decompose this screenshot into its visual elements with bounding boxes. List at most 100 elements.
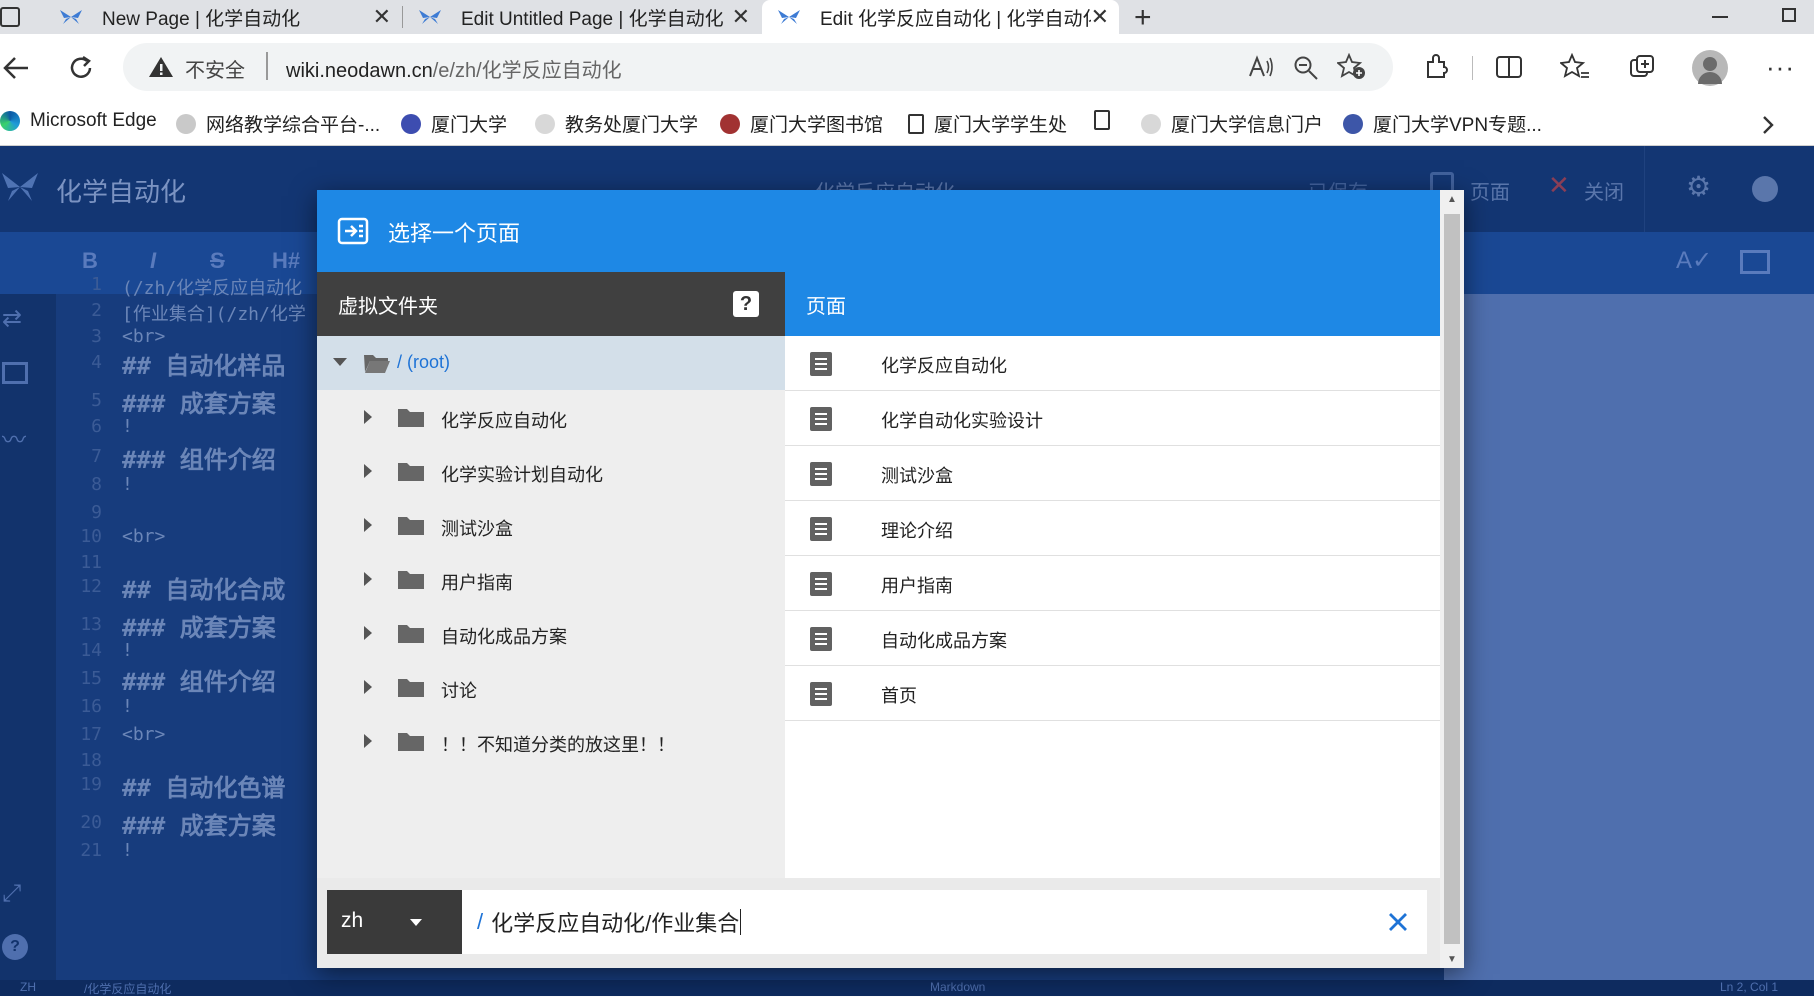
line-number: 8	[91, 474, 102, 495]
account-icon[interactable]	[1752, 176, 1778, 202]
chevron-right-icon[interactable]	[1760, 114, 1776, 136]
status-mode: Markdown	[930, 980, 986, 994]
line-number: 13	[80, 614, 102, 635]
code-line: ## 自动化色谱	[122, 774, 286, 802]
caret-right-icon[interactable]	[363, 463, 373, 479]
folder-icon	[398, 625, 424, 643]
bookmark-item[interactable]	[1094, 110, 1120, 130]
add-favorite-icon[interactable]	[1337, 53, 1367, 81]
line-number: 21	[80, 840, 102, 861]
page-label: 自动化成品方案	[881, 631, 1007, 651]
dialog-footer: zh / 化学反应自动化/作业集合	[317, 878, 1440, 968]
page-item[interactable]: 首页	[785, 666, 1440, 721]
code-line: <br>	[122, 526, 166, 547]
folder-item[interactable]: 用户指南	[317, 552, 785, 606]
code-line: ### 组件介绍	[122, 668, 276, 696]
code-line: !	[122, 416, 133, 437]
close-button[interactable]: 关闭	[1584, 176, 1624, 205]
site-favicon-icon	[720, 113, 740, 134]
page-item[interactable]: 化学反应自动化	[785, 336, 1440, 391]
page-item[interactable]: 自动化成品方案	[785, 611, 1440, 666]
line-number: 12	[80, 576, 102, 597]
page-icon	[810, 407, 832, 431]
folder-icon	[398, 409, 424, 427]
toolbar-divider	[1472, 56, 1473, 80]
caret-right-icon[interactable]	[363, 679, 373, 695]
site-logo-icon	[776, 8, 802, 26]
extensions-icon[interactable]	[1422, 53, 1450, 81]
page-item[interactable]: 测试沙盒	[785, 446, 1440, 501]
folder-item[interactable]: 化学反应自动化	[317, 390, 785, 444]
scrollbar-thumb[interactable]	[1444, 214, 1460, 944]
zoom-icon[interactable]	[1293, 55, 1319, 81]
read-aloud-icon[interactable]	[1248, 55, 1274, 79]
folder-item[interactable]: 化学实验计划自动化	[317, 444, 785, 498]
path-value[interactable]: 化学反应自动化/作业集合	[491, 906, 739, 938]
page-properties-button[interactable]: 页面	[1470, 176, 1510, 205]
code-line: !	[122, 696, 133, 717]
bookmark-item[interactable]: 教务处厦门大学	[535, 110, 698, 137]
scroll-down-icon[interactable]: ▼	[1447, 954, 1457, 965]
code-line: !	[122, 640, 133, 661]
folder-item[interactable]: ！！不知道分类的放这里！！	[317, 714, 785, 768]
collections-icon[interactable]	[1628, 53, 1656, 81]
folder-label: 化学实验计划自动化	[441, 465, 603, 485]
caret-right-icon[interactable]	[363, 409, 373, 425]
new-tab-button[interactable]: +	[1134, 1, 1152, 35]
folder-item[interactable]: 讨论	[317, 660, 785, 714]
folder-label: ！！不知道分类的放这里！！	[441, 735, 675, 755]
line-number: 19	[80, 774, 102, 795]
caret-down-icon[interactable]	[332, 356, 348, 368]
bookmark-item[interactable]: 厦门大学学生处	[908, 110, 1067, 137]
line-number: 15	[80, 668, 102, 689]
tab-close-icon[interactable]: ✕	[732, 4, 750, 30]
line-number: 9	[91, 502, 102, 523]
more-menu-icon[interactable]: ···	[1766, 52, 1795, 83]
tab-2[interactable]: Edit Untitled Page | 化学自动化 ✕	[403, 0, 760, 34]
page-item[interactable]: 用户指南	[785, 556, 1440, 611]
page-icon	[810, 682, 832, 706]
site-favicon-icon	[535, 113, 555, 134]
site-favicon-icon	[401, 113, 421, 134]
help-button[interactable]: ?	[733, 291, 759, 317]
tab-close-icon[interactable]: ✕	[1090, 4, 1109, 30]
spellcheck-icon[interactable]: A✓	[1676, 246, 1712, 275]
scroll-up-icon[interactable]: ▲	[1447, 194, 1457, 205]
page-label: 首页	[881, 686, 917, 706]
line-number: 1	[91, 274, 102, 295]
page-label: 用户指南	[881, 576, 953, 596]
line-number: 20	[80, 812, 102, 833]
bookmark-item[interactable]: 厦门大学	[401, 110, 507, 137]
folder-icon	[398, 463, 424, 481]
profile-avatar-icon[interactable]	[1692, 50, 1728, 86]
folder-item[interactable]: 自动化成品方案	[317, 606, 785, 660]
page-item[interactable]: 理论介绍	[785, 501, 1440, 556]
caret-right-icon[interactable]	[363, 733, 373, 749]
caret-right-icon[interactable]	[363, 625, 373, 641]
code-line: !	[122, 474, 133, 495]
page-item[interactable]: 化学自动化实验设计	[785, 391, 1440, 446]
code-line: (/zh/化学反应自动化	[122, 278, 303, 299]
tab-3-active[interactable]: Edit 化学反应自动化 | 化学自动化 ✕	[762, 0, 1119, 34]
dialog-scrollbar[interactable]: ▲ ▼	[1440, 190, 1464, 968]
folder-item[interactable]: 测试沙盒	[317, 498, 785, 552]
locale-select[interactable]: zh	[327, 890, 462, 954]
bookmark-item[interactable]: 厦门大学信息门户	[1141, 110, 1323, 137]
line-number: 4	[91, 352, 102, 373]
favorites-icon[interactable]	[1560, 53, 1590, 81]
path-input[interactable]: / 化学反应自动化/作业集合	[462, 890, 1427, 954]
caret-right-icon[interactable]	[363, 517, 373, 533]
gear-icon[interactable]: ⚙	[1686, 170, 1711, 203]
locale-value: zh	[341, 909, 364, 932]
caret-right-icon[interactable]	[363, 571, 373, 587]
page-label: 化学反应自动化	[881, 356, 1007, 376]
bookmark-item[interactable]: 厦门大学图书馆	[720, 110, 883, 137]
bookmark-item[interactable]: 厦门大学VPN专题...	[1343, 110, 1542, 137]
split-screen-icon[interactable]	[1495, 54, 1523, 80]
folder-root[interactable]: / (root)	[317, 336, 785, 390]
maximize-icon[interactable]	[1782, 8, 1796, 22]
preview-toggle-icon[interactable]	[1740, 250, 1770, 274]
code-line: <br>	[122, 724, 166, 745]
clear-icon[interactable]	[1387, 911, 1409, 933]
minimize-icon[interactable]	[1712, 16, 1728, 18]
